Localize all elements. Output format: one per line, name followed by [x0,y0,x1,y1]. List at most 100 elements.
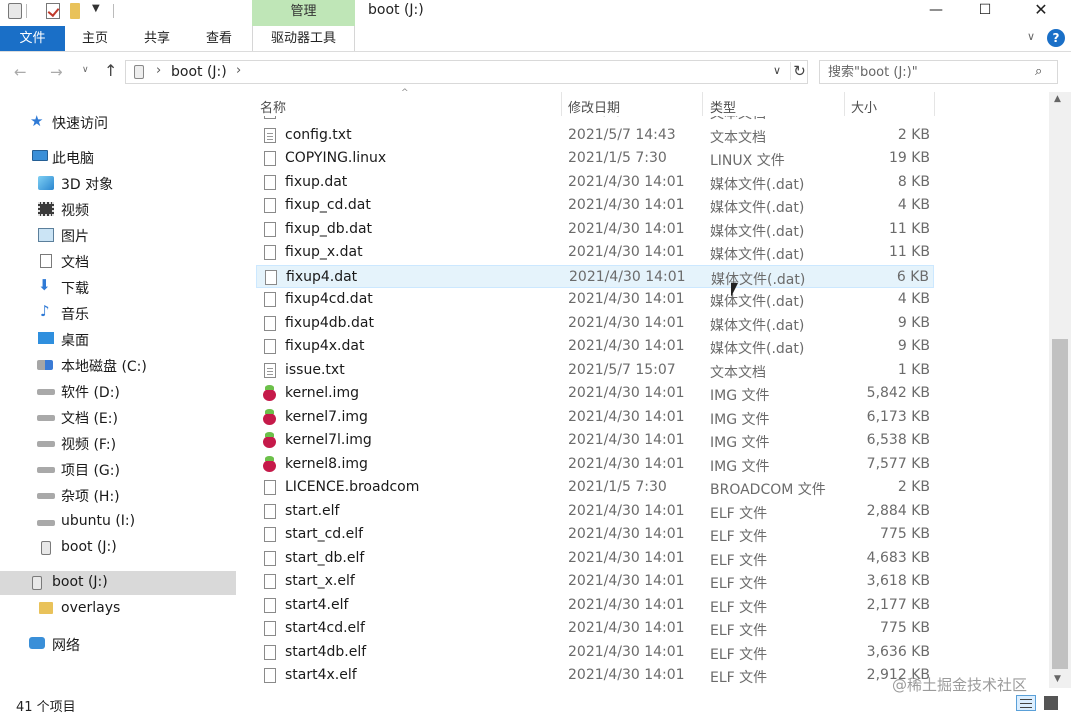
new-folder-icon[interactable] [70,3,80,19]
sidebar-item-drive-j[interactable]: boot (J:) [0,536,236,560]
sidebar-item-drive-e[interactable]: 文档 (E:) [0,405,236,429]
network-icon [29,637,45,649]
search-input[interactable] [820,61,1030,83]
ribbon-expand-icon[interactable]: ∨ [1027,30,1035,43]
search-box[interactable]: ⌕ [819,60,1058,84]
file-size: 6,538 KB [866,432,930,448]
sidebar-item-desktop[interactable]: 桌面 [0,327,236,351]
column-size[interactable]: 大小 [851,97,877,116]
table-row[interactable]: kernel8.img 2021/4/30 14:01 IMG 文件 7,577 KB [256,453,934,476]
quick-access-dropdown-icon[interactable]: ▼ [92,3,100,14]
table-row[interactable]: start4x.elf 2021/4/30 14:01 ELF 文件 2,912 KB [256,664,934,687]
scroll-up-icon[interactable]: ▲ [1054,94,1061,104]
address-bar[interactable]: › boot (J:) › ∨ ↻ [125,60,808,84]
sidebar-item-quick-access[interactable]: ★ 快速访问 [0,110,236,134]
raspberry-pi-icon [262,408,277,425]
table-row[interactable]: fixup_x.dat 2021/4/30 14:01 媒体文件(.dat) 11 K… [256,241,934,264]
table-row[interactable]: start_cd.elf 2021/4/30 14:01 ELF 文件 775 KB [256,523,934,546]
sidebar-item-this-pc[interactable]: 此电脑 [0,145,236,169]
sidebar-item-videos[interactable]: 视频 [0,197,236,221]
table-row[interactable]: start4.elf 2021/4/30 14:01 ELF 文件 2,177 KB [256,594,934,617]
close-button[interactable]: ✕ [1018,0,1064,22]
tab-drive-tools[interactable]: 驱动器工具 [252,26,355,51]
file-date: 2021/4/30 14:01 [568,549,685,566]
file-name: kernel8.img [285,455,368,472]
help-icon[interactable]: ? [1047,29,1065,47]
sidebar-item-boot-selected[interactable]: boot (J:) [0,571,236,595]
column-divider[interactable] [702,92,703,116]
table-row[interactable]: start_db.elf 2021/4/30 14:01 ELF 文件 4,683 K… [256,547,934,570]
vertical-scrollbar[interactable]: ▲ ▼ [1049,92,1071,688]
table-row[interactable]: start.elf 2021/4/30 14:01 ELF 文件 2,884 KB [256,500,934,523]
table-row[interactable]: COPYING.linux 2021/1/5 7:30 LINUX 文件 19 KB [256,147,934,170]
maximize-button[interactable]: ☐ [962,0,1008,22]
up-arrow-icon[interactable]: ↑ [104,61,117,80]
file-icon [264,292,276,307]
sidebar-item-network[interactable]: 网络 [0,632,236,656]
sidebar-item-3d-objects[interactable]: 3D 对象 [0,171,236,195]
address-dropdown-icon[interactable]: ∨ [773,64,781,77]
refresh-icon[interactable]: ↻ [790,62,808,80]
table-row[interactable]: fixup4.dat 2021/4/30 14:01 媒体文件(.dat) 6 KB [256,264,934,288]
file-date: 2021/4/30 14:01 [568,502,685,519]
forward-arrow-icon[interactable]: → [50,63,63,81]
sidebar-item-drive-d[interactable]: 软件 (D:) [0,379,236,403]
toolbar-divider [26,4,27,18]
file-name: fixup4x.dat [285,338,365,354]
tab-home[interactable]: 主页 [72,26,118,51]
tab-file[interactable]: 文件 [0,26,65,51]
properties-icon[interactable] [46,3,60,19]
chevron-right-icon[interactable]: › [156,63,161,78]
file-icon [264,597,276,613]
back-arrow-icon[interactable]: ← [14,63,27,81]
column-divider[interactable] [561,92,562,116]
tab-share[interactable]: 共享 [134,26,180,51]
sidebar-item-drive-c[interactable]: 本地磁盘 (C:) [0,353,236,377]
sidebar-item-downloads[interactable]: ⬇ 下载 [0,275,236,299]
minimize-button[interactable]: — [913,0,959,22]
column-type[interactable]: 类型 [710,97,736,116]
large-icons-view-icon[interactable] [1044,696,1058,710]
details-view-icon[interactable] [1016,695,1036,711]
pictures-icon [38,228,54,242]
file-date: 2021/4/30 14:01 [568,173,685,190]
sidebar-item-overlays[interactable]: overlays [0,597,236,621]
chevron-right-icon[interactable]: › [236,63,241,78]
table-row[interactable]: fixup4db.dat 2021/4/30 14:01 媒体文件(.dat) 9 K… [256,312,934,335]
table-row[interactable]: config.txt 2021/5/7 14:43 文本文档 2 KB [256,124,934,147]
table-row[interactable]: fixup4x.dat 2021/4/30 14:01 媒体文件(.dat) 9 KB [256,335,934,358]
tab-view[interactable]: 查看 [196,26,242,51]
table-row[interactable]: fixup_db.dat 2021/4/30 14:01 媒体文件(.dat) 11 … [256,218,934,241]
table-row[interactable]: issue.txt 2021/5/7 15:07 文本文档 1 KB [256,359,934,382]
sidebar-item-documents[interactable]: 文档 [0,249,236,273]
sidebar-item-drive-h[interactable]: 杂项 (H:) [0,483,236,507]
table-row[interactable]: kernel7l.img 2021/4/30 14:01 IMG 文件 6,538 K… [256,429,934,452]
scroll-down-icon[interactable]: ▼ [1054,674,1061,684]
sidebar-item-drive-g[interactable]: 项目 (G:) [0,457,236,481]
table-row[interactable]: start_x.elf 2021/4/30 14:01 ELF 文件 3,618 KB [256,570,934,593]
file-name: fixup_x.dat [285,244,363,260]
column-divider[interactable] [934,92,935,116]
search-icon[interactable]: ⌕ [1035,64,1042,79]
column-date[interactable]: 修改日期 [568,97,620,116]
column-name[interactable]: 名称 [260,97,286,116]
table-row[interactable]: start4db.elf 2021/4/30 14:01 ELF 文件 3,636 K… [256,641,934,664]
table-row[interactable]: fixup.dat 2021/4/30 14:01 媒体文件(.dat) 8 KB [256,171,934,194]
table-row[interactable]: fixup_cd.dat 2021/4/30 14:01 媒体文件(.dat) 4 K… [256,194,934,217]
table-row[interactable]: cmdline.txt 2021/5/7 15:07 文本文档 1 KB [256,116,934,123]
scroll-thumb[interactable] [1052,339,1068,669]
breadcrumb-boot[interactable]: boot (J:) [171,64,227,80]
sidebar-item-drive-i[interactable]: ubuntu (I:) [0,510,236,534]
sidebar-item-music[interactable]: ♪ 音乐 [0,301,236,325]
table-row[interactable]: start4cd.elf 2021/4/30 14:01 ELF 文件 775 KB [256,617,934,640]
sidebar-item-drive-f[interactable]: 视频 (F:) [0,431,236,455]
table-row[interactable]: fixup4cd.dat 2021/4/30 14:01 媒体文件(.dat) 4 K… [256,288,934,311]
table-row[interactable]: kernel.img 2021/4/30 14:01 IMG 文件 5,842 KB [256,382,934,405]
table-row[interactable]: LICENCE.broadcom 2021/1/5 7:30 BROADCOM 文件… [256,476,934,499]
sidebar-item-pictures[interactable]: 图片 [0,223,236,247]
table-row[interactable]: kernel7.img 2021/4/30 14:01 IMG 文件 6,173 KB [256,406,934,429]
column-divider[interactable] [844,92,845,116]
drive-icon[interactable] [8,3,22,19]
file-type: 媒体文件(.dat) [710,341,805,357]
recent-locations-icon[interactable]: ∨ [82,65,89,75]
